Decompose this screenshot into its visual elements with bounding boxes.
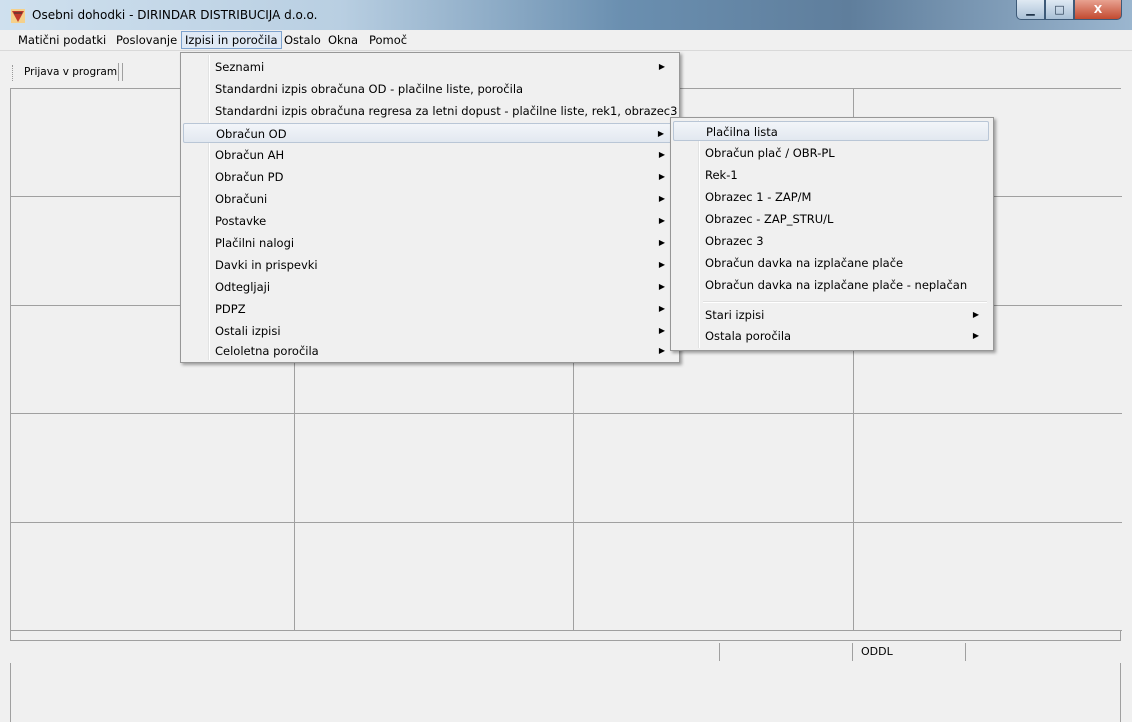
menu-bar: Matični podatki Poslovanje Izpisi in por…: [0, 30, 1132, 51]
menu-item-label: Obračun plač / OBR-PL: [705, 146, 835, 160]
menu-item-placilni-nalogi[interactable]: Plačilni nalogi ▶: [183, 233, 675, 253]
menu-item-label: Rek-1: [705, 168, 738, 182]
submenu-arrow-icon: ▶: [658, 304, 665, 313]
menu-item-obracun-od[interactable]: Obračun OD ▶: [183, 123, 675, 143]
submenu-arrow-icon: ▶: [658, 150, 665, 159]
menu-item-label: Obračun davka na izplačane plače: [705, 256, 904, 270]
submenu-arrow-icon: ▶: [658, 260, 665, 269]
menu-item-obrazec-zap-stru-l[interactable]: Obrazec - ZAP_STRU/L: [673, 209, 989, 229]
login-button[interactable]: Prijava v program: [20, 62, 121, 82]
menu-item-label: Davki in prispevki: [215, 258, 318, 272]
submenu-arrow-icon: ▶: [658, 346, 665, 355]
menu-item-label: Obračuni: [215, 192, 268, 206]
menu-item-rek-1[interactable]: Rek-1: [673, 165, 989, 185]
grid-cell[interactable]: [854, 414, 1122, 523]
menu-item-postavke[interactable]: Postavke ▶: [183, 211, 675, 231]
menu-item-placilna-lista[interactable]: Plačilna lista: [673, 121, 989, 141]
izpisi-dropdown-menu: Seznami ▶ Standardni izpis obračuna OD - …: [180, 52, 680, 363]
minimize-button[interactable]: ▁: [1016, 0, 1045, 20]
grid-cell[interactable]: [574, 523, 854, 631]
menu-item-label: Obrazec 3: [705, 234, 764, 248]
minimize-icon: ▁: [1026, 3, 1035, 16]
status-panel-2: [720, 643, 853, 661]
menu-separator: [703, 301, 987, 303]
menu-item-label: Seznami: [215, 60, 265, 74]
title-bar[interactable]: Osebni dohodki - DIRINDAR DISTRIBUCIJA d…: [0, 0, 1132, 31]
menu-item-obracun-ah[interactable]: Obračun AH ▶: [183, 145, 675, 165]
close-button[interactable]: X: [1074, 0, 1122, 20]
menu-item-label: Standardni izpis obračuna regresa za let…: [215, 104, 678, 118]
submenu-arrow-icon: ▶: [658, 62, 665, 71]
menu-item-label: Odtegljaji: [215, 280, 271, 294]
menu-maticni-podatki[interactable]: Matični podatki: [15, 32, 109, 48]
menu-item-obracuni[interactable]: Obračuni ▶: [183, 189, 675, 209]
submenu-arrow-icon: ▶: [658, 282, 665, 291]
menu-item-obrazec-1-zap-m[interactable]: Obrazec 1 - ZAP/M: [673, 187, 989, 207]
menu-item-label: Obrazec - ZAP_STRU/L: [705, 212, 834, 226]
toolbar-separator: [118, 63, 123, 81]
grid-cell[interactable]: [295, 414, 574, 523]
submenu-arrow-icon: ▶: [658, 216, 665, 225]
menu-item-pdpz[interactable]: PDPZ ▶: [183, 299, 675, 319]
grid-cell[interactable]: [574, 414, 854, 523]
menu-item-label: Standardni izpis obračuna OD - plačilne …: [215, 82, 524, 96]
menu-item-obracun-plac-obr-pl[interactable]: Obračun plač / OBR-PL: [673, 143, 989, 163]
menu-okna[interactable]: Okna: [325, 32, 361, 48]
submenu-arrow-icon: ▶: [658, 194, 665, 203]
submenu-arrow-icon: ▶: [972, 310, 979, 319]
menu-item-label: Obračun davka na izplačane plače - nepla…: [705, 278, 968, 292]
menu-item-label: Ostala poročila: [705, 329, 792, 343]
window-title: Osebni dohodki - DIRINDAR DISTRIBUCIJA d…: [32, 8, 318, 22]
maximize-icon: □: [1054, 3, 1065, 16]
menu-item-ostali-izpisi[interactable]: Ostali izpisi ▶: [183, 321, 675, 341]
menu-item-label: Obračun PD: [215, 170, 284, 184]
close-icon: X: [1093, 3, 1103, 16]
menu-item-obracun-davka-neplacan[interactable]: Obračun davka na izplačane plače - nepla…: [673, 275, 989, 295]
grid-cell[interactable]: [11, 414, 295, 523]
menu-item-label: Plačilni nalogi: [215, 236, 295, 250]
menu-item-standardni-izpis-regres[interactable]: Standardni izpis obračuna regresa za let…: [183, 101, 678, 121]
menu-item-label: Obračun AH: [215, 148, 285, 162]
status-panel-main: [10, 643, 720, 661]
submenu-arrow-icon: ▶: [658, 172, 665, 181]
menu-item-ostala-porocila[interactable]: Ostala poročila ▶: [673, 326, 989, 346]
obracun-od-submenu: Plačilna lista Obračun plač / OBR-PL Rek…: [670, 117, 994, 351]
submenu-arrow-icon: ▶: [972, 331, 979, 340]
toolbar-grip[interactable]: [12, 65, 15, 81]
menu-item-davki-in-prispevki[interactable]: Davki in prispevki ▶: [183, 255, 675, 275]
menu-item-label: Ostali izpisi: [215, 324, 281, 338]
menu-item-label: Obrazec 1 - ZAP/M: [705, 190, 812, 204]
menu-ostalo[interactable]: Ostalo: [281, 32, 324, 48]
menu-item-obracun-pd[interactable]: Obračun PD ▶: [183, 167, 675, 187]
menu-item-stari-izpisi[interactable]: Stari izpisi ▶: [673, 305, 989, 325]
grid-cell[interactable]: [11, 523, 295, 631]
menu-pomoc[interactable]: Pomoč: [366, 32, 410, 48]
menu-item-label: Obračun OD: [216, 127, 287, 141]
menu-item-standardni-izpis-od[interactable]: Standardni izpis obračuna OD - plačilne …: [183, 79, 675, 99]
menu-item-obrazec-3[interactable]: Obrazec 3: [673, 231, 989, 251]
submenu-arrow-icon: ▶: [658, 326, 665, 335]
app-icon: [11, 9, 25, 23]
menu-item-label: Postavke: [215, 214, 267, 228]
menu-item-label: Stari izpisi: [705, 308, 765, 322]
menu-item-label: PDPZ: [215, 302, 246, 316]
menu-item-odtegljaji[interactable]: Odtegljaji ▶: [183, 277, 675, 297]
menu-item-celoletna-porocila[interactable]: Celoletna poročila ▶: [183, 341, 675, 361]
menu-item-obracun-davka[interactable]: Obračun davka na izplačane plače: [673, 253, 989, 273]
maximize-button[interactable]: □: [1045, 0, 1074, 20]
menu-poslovanje[interactable]: Poslovanje: [113, 32, 180, 48]
status-panel-oddl: ODDL: [853, 643, 966, 661]
submenu-arrow-icon: ▶: [658, 238, 665, 247]
menu-item-label: Plačilna lista: [706, 125, 778, 139]
menu-item-seznami[interactable]: Seznami ▶: [183, 57, 675, 77]
grid-cell[interactable]: [854, 523, 1122, 631]
menu-item-label: Celoletna poročila: [215, 344, 319, 358]
status-panel-4: [966, 643, 1121, 661]
status-bar: ODDL: [10, 640, 1121, 663]
menu-izpisi-in-porocila[interactable]: Izpisi in poročila: [181, 31, 282, 49]
grid-cell[interactable]: [295, 523, 574, 631]
submenu-arrow-icon: ▶: [657, 129, 664, 138]
